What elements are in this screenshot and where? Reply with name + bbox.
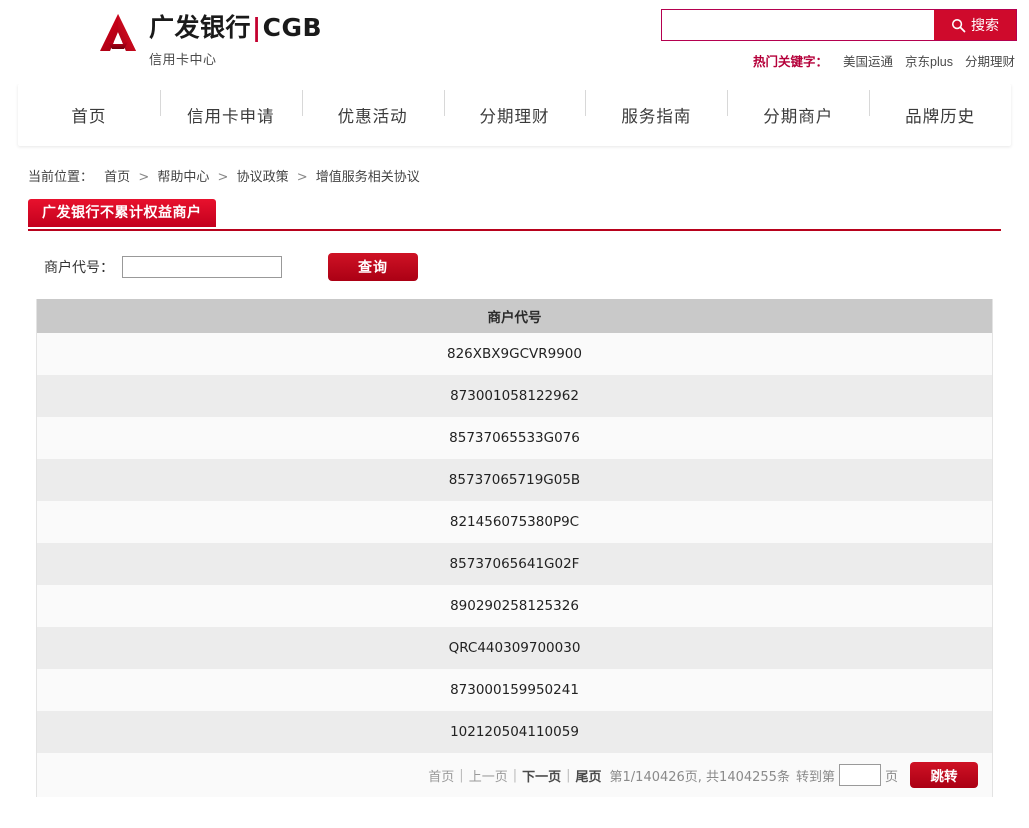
tab-active-merchants[interactable]: 广发银行不累计权益商户 <box>28 199 216 227</box>
breadcrumb-separator: > <box>296 170 308 185</box>
table-row[interactable]: 102120504110059 <box>37 711 992 753</box>
merchant-table-container: 商户代号 826XBX9GCVR9900 873001058122962 857… <box>36 299 993 797</box>
pagination-page-input[interactable] <box>838 764 881 786</box>
table-row[interactable]: 826XBX9GCVR9900 <box>37 333 992 375</box>
merchant-code-label: 商户代号： <box>44 260 114 276</box>
nav-item-brand-history[interactable]: 品牌历史 <box>869 90 1011 127</box>
cell-merchant-code: 102120504110059 <box>37 711 992 753</box>
pagination-divider: | <box>512 767 518 783</box>
search-button-label: 搜索 <box>971 18 999 34</box>
main-nav-container: 首页 信用卡申请 优惠活动 分期理财 服务指南 分期商户 品牌历史 <box>0 84 1029 146</box>
pagination-jump-button[interactable]: 跳转 <box>910 762 978 788</box>
pagination: 首页 | 上一页 | 下一页 | 尾页 第1/140426页, 共1404255… <box>37 753 992 797</box>
query-form: 商户代号： 查询 <box>28 231 1001 299</box>
table-row[interactable]: 85737065533G076 <box>37 417 992 459</box>
search-button[interactable]: 搜索 <box>934 10 1016 40</box>
brand-subtitle: 信用卡中心 <box>149 53 217 68</box>
site-header: 广发银行|CGB 信用卡中心 搜索 热门关键字： 美国运通 京东plus 分期理… <box>0 0 1029 84</box>
pagination-prev[interactable]: 上一页 <box>467 766 510 785</box>
breadcrumb-item-0[interactable]: 首页 <box>104 170 130 185</box>
cell-merchant-code: 873000159950241 <box>37 669 992 711</box>
column-header-merchant-code: 商户代号 <box>37 299 992 333</box>
table-row[interactable]: 85737065719G05B <box>37 459 992 501</box>
page-content: 广发银行不累计权益商户 商户代号： 查询 商户代号 826XBX9GCVR990… <box>0 199 1029 797</box>
pagination-divider: | <box>459 767 464 783</box>
brand-name-cn: 广发银行 <box>149 13 252 42</box>
merchant-code-input[interactable] <box>122 256 282 278</box>
nav-item-card-application[interactable]: 信用卡申请 <box>159 90 302 127</box>
pagination-page-unit: 页 <box>884 769 898 785</box>
pagination-info: 第1/140426页, 共1404255条 <box>609 769 790 785</box>
hot-keyword-1[interactable]: 京东plus <box>905 51 953 70</box>
cell-merchant-code: 821456075380P9C <box>37 501 992 543</box>
cgb-triangle-logo-icon <box>96 13 140 53</box>
brand-title: 广发银行|CGB <box>149 13 322 43</box>
hot-keyword-2[interactable]: 分期理财 <box>965 51 1015 70</box>
nav-item-installment-finance[interactable]: 分期理财 <box>443 90 586 127</box>
breadcrumb-item-1[interactable]: 帮助中心 <box>157 170 209 185</box>
nav-item-service-guide[interactable]: 服务指南 <box>585 90 727 127</box>
breadcrumb-item-3[interactable]: 增值服务相关协议 <box>316 170 420 185</box>
pagination-first[interactable]: 首页 <box>426 766 456 785</box>
cell-merchant-code: 826XBX9GCVR9900 <box>37 333 992 375</box>
pagination-goto-label: 转到第 <box>795 769 835 785</box>
table-row[interactable]: 873001058122962 <box>37 375 992 417</box>
breadcrumb-item-2[interactable]: 协议政策 <box>237 170 289 185</box>
cell-merchant-code: 85737065641G02F <box>37 543 992 585</box>
nav-item-promotions[interactable]: 优惠活动 <box>301 90 444 127</box>
cell-merchant-code: 890290258125326 <box>37 585 992 627</box>
tab-underline <box>28 229 1001 231</box>
pagination-last[interactable]: 尾页 <box>574 766 604 785</box>
panel-tab-bar: 广发银行不累计权益商户 <box>28 199 1001 231</box>
query-button[interactable]: 查询 <box>328 253 418 281</box>
breadcrumb-label: 当前位置： <box>28 170 94 185</box>
table-row[interactable]: 873000159950241 <box>37 669 992 711</box>
merchant-table-body: 826XBX9GCVR9900 873001058122962 85737065… <box>37 333 992 753</box>
site-search[interactable]: 搜索 <box>661 9 1017 41</box>
cell-merchant-code: 85737065533G076 <box>37 417 992 459</box>
search-input[interactable] <box>662 10 934 40</box>
brand-name-en: CGB <box>262 13 323 42</box>
hot-keywords-label: 热门关键字： <box>753 55 829 69</box>
cell-merchant-code: QRC440309700030 <box>37 627 992 669</box>
breadcrumb: 当前位置： 首页 > 帮助中心 > 协议政策 > 增值服务相关协议 <box>0 146 1029 199</box>
merchant-table: 商户代号 826XBX9GCVR9900 873001058122962 857… <box>37 299 992 753</box>
pagination-divider: | <box>566 767 571 783</box>
breadcrumb-separator: > <box>138 170 150 185</box>
main-nav: 首页 信用卡申请 优惠活动 分期理财 服务指南 分期商户 品牌历史 <box>18 84 1011 146</box>
cell-merchant-code: 85737065719G05B <box>37 459 992 501</box>
table-row[interactable]: 85737065641G02F <box>37 543 992 585</box>
nav-item-home[interactable]: 首页 <box>18 103 160 127</box>
table-header-row: 商户代号 <box>37 299 992 333</box>
search-icon <box>951 18 966 33</box>
pagination-next[interactable]: 下一页 <box>520 766 563 785</box>
hot-keyword-0[interactable]: 美国运通 <box>843 51 893 70</box>
table-row[interactable]: 821456075380P9C <box>37 501 992 543</box>
table-row[interactable]: 890290258125326 <box>37 585 992 627</box>
breadcrumb-separator: > <box>217 170 229 185</box>
brand-logo[interactable]: 广发银行|CGB 信用卡中心 <box>96 11 322 68</box>
cell-merchant-code: 873001058122962 <box>37 375 992 417</box>
hot-keywords: 热门关键字： 美国运通 京东plus 分期理财 <box>753 51 1015 70</box>
nav-item-installment-merchants[interactable]: 分期商户 <box>727 90 869 127</box>
table-row[interactable]: QRC440309700030 <box>37 627 992 669</box>
brand-separator: | <box>252 13 262 42</box>
merchant-table-head: 商户代号 <box>37 299 992 333</box>
